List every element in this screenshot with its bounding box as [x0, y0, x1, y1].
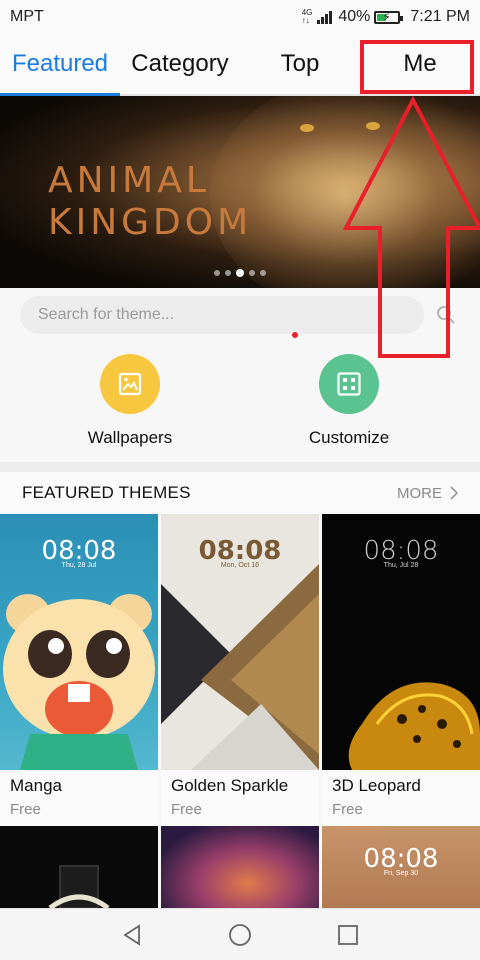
carrier-name: MPT — [10, 8, 44, 25]
theme-price: Free — [161, 798, 319, 826]
theme-card-3d-leopard[interactable]: 08:08 Thu, Jul 28 3D Leopard Free — [322, 514, 480, 826]
leopard-image — [348, 682, 480, 770]
theme-card-warm[interactable]: 08:08 Fri, Sep 30 — [322, 826, 480, 908]
tab-top[interactable]: Top — [240, 34, 360, 94]
theme-preview: 08:08 Thu, 28 Jul — [0, 514, 158, 770]
theme-name: Golden Sparkle — [161, 770, 319, 798]
theme-name: Manga — [0, 770, 158, 798]
status-bar: MPT 4G ↑↓ 40% ⚡ 7:21 PM — [0, 0, 480, 34]
lion-eye-right — [366, 122, 380, 130]
status-indicators: 4G ↑↓ 40% ⚡ 7:21 PM — [302, 8, 470, 26]
search-icon[interactable] — [436, 305, 456, 325]
image-icon — [100, 354, 160, 414]
theme-price: Free — [322, 798, 480, 826]
banner-title: ANIMAL KINGDOM — [48, 160, 253, 243]
search-input[interactable]: Search for theme... — [20, 296, 424, 334]
theme-price: Free — [0, 798, 158, 826]
chevron-right-icon — [450, 486, 458, 500]
section-divider — [0, 462, 480, 472]
tab-me-highlight-box — [360, 40, 474, 94]
theme-card-manga[interactable]: 08:08 Thu, 28 Jul Manga Free — [0, 514, 158, 826]
back-icon[interactable] — [115, 918, 149, 952]
lion-eye-left — [300, 124, 314, 132]
more-link[interactable]: MORE — [397, 485, 458, 502]
tab-featured[interactable]: Featured — [0, 34, 120, 96]
touch-indicator-dot — [292, 332, 298, 338]
network-type: 4G ↑↓ — [301, 8, 313, 25]
clock-time: 7:21 PM — [410, 8, 470, 25]
customize-label: Customize — [308, 428, 390, 447]
home-icon[interactable] — [223, 918, 257, 952]
battery-icon: ⚡ — [374, 10, 404, 24]
recents-icon[interactable] — [331, 918, 365, 952]
theme-preview: 08:08 Mon, Oct 16 — [161, 514, 319, 770]
section-title: FEATURED THEMES — [22, 483, 191, 502]
wallpapers-button[interactable]: Wallpapers — [40, 354, 220, 448]
theme-card-watch[interactable] — [0, 826, 158, 908]
wallpapers-label: Wallpapers — [87, 428, 173, 447]
watch-image — [48, 865, 110, 908]
customize-button[interactable]: Customize — [259, 354, 439, 448]
grid-icon — [319, 354, 379, 414]
theme-card-nebula[interactable] — [161, 826, 319, 908]
theme-card-golden-sparkle[interactable]: 08:08 Mon, Oct 16 Golden Sparkle Free — [161, 514, 319, 826]
featured-themes-header: FEATURED THEMES MORE — [0, 472, 480, 514]
theme-name: 3D Leopard — [322, 770, 480, 798]
signal-icon — [317, 10, 333, 24]
cartoon-character-image — [3, 594, 155, 770]
system-nav-bar — [0, 908, 480, 960]
theme-preview: 08:08 Thu, Jul 28 — [322, 514, 480, 770]
tab-category[interactable]: Category — [120, 34, 240, 94]
battery-percent: 40% — [338, 8, 371, 25]
banner-page-indicator — [214, 269, 266, 277]
